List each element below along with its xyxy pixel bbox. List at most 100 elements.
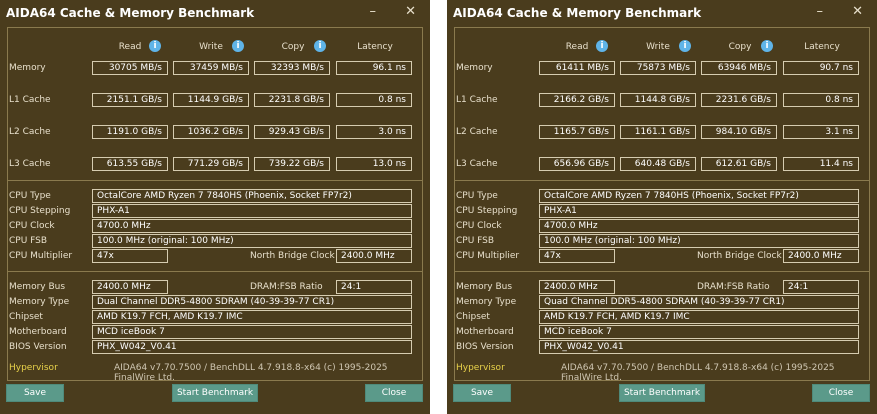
- l2-latency-value: 3.0 ns: [336, 125, 412, 139]
- bios-version-value: PHX_W042_V0.41: [539, 340, 859, 354]
- l3-write-value: 771.29 GB/s: [173, 157, 249, 171]
- cpu-stepping-label: CPU Stepping: [9, 206, 71, 216]
- info-icon[interactable]: i: [314, 40, 326, 52]
- divider: [454, 271, 870, 272]
- l2-write-value: 1036.2 GB/s: [173, 125, 249, 139]
- dram-fsb-ratio-value: 24:1: [336, 280, 412, 294]
- cpu-multiplier-label: CPU Multiplier: [9, 251, 73, 261]
- benchmark-window: AIDA64 Cache & Memory Benchmark – ✕ Read…: [0, 0, 430, 414]
- chipset-label: Chipset: [9, 312, 43, 322]
- cpu-multiplier-label: CPU Multiplier: [456, 251, 520, 261]
- memory-bus-label: Memory Bus: [9, 282, 66, 292]
- cpu-clock-label: CPU Clock: [9, 221, 55, 231]
- version-footer: AIDA64 v7.70.7500 / BenchDLL 4.7.918.8-x…: [561, 363, 835, 383]
- memory-latency-value: 96.1 ns: [336, 61, 412, 75]
- bios-version-label: BIOS Version: [9, 342, 67, 352]
- memory-type-label: Memory Type: [456, 297, 517, 307]
- memory-bus-label: Memory Bus: [456, 282, 513, 292]
- l2-read-value: 1165.7 GB/s: [539, 125, 615, 139]
- save-button[interactable]: Save: [453, 384, 511, 402]
- cpu-stepping-value: PHX-A1: [92, 204, 412, 218]
- info-icon[interactable]: i: [761, 40, 773, 52]
- motherboard-label: Motherboard: [456, 327, 514, 337]
- l3-latency-value: 13.0 ns: [336, 157, 412, 171]
- north-bridge-clock-value: 2400.0 MHz: [336, 249, 412, 263]
- close-button[interactable]: Close: [812, 384, 870, 402]
- divider: [7, 271, 423, 272]
- info-icon[interactable]: i: [679, 40, 691, 52]
- divider: [454, 180, 870, 181]
- row-label-memory: Memory: [456, 63, 493, 73]
- motherboard-value: MCD iceBook 7: [539, 325, 859, 339]
- north-bridge-clock-label: North Bridge Clock: [250, 251, 335, 261]
- save-button[interactable]: Save: [6, 384, 64, 402]
- memory-write-value: 75873 MB/s: [620, 61, 696, 75]
- row-label-l3: L3 Cache: [9, 159, 51, 169]
- cpu-fsb-label: CPU FSB: [456, 236, 495, 246]
- column-header-latency: Latency: [804, 42, 840, 52]
- l3-latency-value: 11.4 ns: [783, 157, 859, 171]
- motherboard-label: Motherboard: [9, 327, 67, 337]
- info-icon[interactable]: i: [232, 40, 244, 52]
- close-button[interactable]: Close: [365, 384, 423, 402]
- start-benchmark-button[interactable]: Start Benchmark: [172, 384, 258, 402]
- l3-read-value: 656.96 GB/s: [539, 157, 615, 171]
- l2-write-value: 1161.1 GB/s: [620, 125, 696, 139]
- close-icon[interactable]: ✕: [852, 4, 863, 19]
- l1-read-value: 2151.1 GB/s: [92, 93, 168, 107]
- l1-copy-value: 2231.6 GB/s: [701, 93, 777, 107]
- row-label-l1: L1 Cache: [456, 95, 498, 105]
- version-footer: AIDA64 v7.70.7500 / BenchDLL 4.7.918.8-x…: [114, 363, 388, 383]
- cpu-type-label: CPU Type: [9, 191, 51, 201]
- l1-read-value: 2166.2 GB/s: [539, 93, 615, 107]
- cpu-fsb-value: 100.0 MHz (original: 100 MHz): [92, 234, 412, 248]
- cpu-multiplier-value: 47x: [92, 249, 168, 263]
- window-title: AIDA64 Cache & Memory Benchmark: [453, 6, 702, 20]
- info-icon[interactable]: i: [596, 40, 608, 52]
- chipset-value: AMD K19.7 FCH, AMD K19.7 IMC: [539, 310, 859, 324]
- l1-write-value: 1144.9 GB/s: [173, 93, 249, 107]
- cpu-clock-label: CPU Clock: [456, 221, 502, 231]
- l1-latency-value: 0.8 ns: [336, 93, 412, 107]
- start-benchmark-button[interactable]: Start Benchmark: [619, 384, 705, 402]
- memory-copy-value: 63946 MB/s: [701, 61, 777, 75]
- dram-fsb-ratio-label: DRAM:FSB Ratio: [250, 282, 323, 292]
- benchmark-window: AIDA64 Cache & Memory Benchmark – ✕ Read…: [447, 0, 877, 414]
- row-label-l2: L2 Cache: [9, 127, 51, 137]
- l1-copy-value: 2231.8 GB/s: [254, 93, 330, 107]
- l2-copy-value: 929.43 GB/s: [254, 125, 330, 139]
- row-label-l2: L2 Cache: [456, 127, 498, 137]
- minimize-icon[interactable]: –: [817, 4, 824, 19]
- chipset-value: AMD K19.7 FCH, AMD K19.7 IMC: [92, 310, 412, 324]
- bios-version-label: BIOS Version: [456, 342, 514, 352]
- cpu-fsb-value: 100.0 MHz (original: 100 MHz): [539, 234, 859, 248]
- cpu-clock-value: 4700.0 MHz: [539, 219, 859, 233]
- dram-fsb-ratio-label: DRAM:FSB Ratio: [697, 282, 770, 292]
- memory-read-value: 30705 MB/s: [92, 61, 168, 75]
- l3-write-value: 640.48 GB/s: [620, 157, 696, 171]
- memory-write-value: 37459 MB/s: [173, 61, 249, 75]
- memory-copy-value: 32393 MB/s: [254, 61, 330, 75]
- memory-bus-value: 2400.0 MHz: [539, 280, 615, 294]
- hypervisor-label: Hypervisor: [9, 363, 58, 373]
- cpu-type-value: OctalCore AMD Ryzen 7 7840HS (Phoenix, S…: [539, 189, 859, 203]
- cpu-multiplier-value: 47x: [539, 249, 615, 263]
- memory-latency-value: 90.7 ns: [783, 61, 859, 75]
- row-label-memory: Memory: [9, 63, 46, 73]
- memory-bus-value: 2400.0 MHz: [92, 280, 168, 294]
- column-header-latency: Latency: [357, 42, 393, 52]
- memory-type-label: Memory Type: [9, 297, 70, 307]
- chipset-label: Chipset: [456, 312, 490, 322]
- l3-copy-value: 612.61 GB/s: [701, 157, 777, 171]
- l1-latency-value: 0.8 ns: [783, 93, 859, 107]
- cpu-type-value: OctalCore AMD Ryzen 7 7840HS (Phoenix, S…: [92, 189, 412, 203]
- info-icon[interactable]: i: [149, 40, 161, 52]
- l3-read-value: 613.55 GB/s: [92, 157, 168, 171]
- dram-fsb-ratio-value: 24:1: [783, 280, 859, 294]
- l2-latency-value: 3.1 ns: [783, 125, 859, 139]
- minimize-icon[interactable]: –: [370, 4, 377, 19]
- cpu-type-label: CPU Type: [456, 191, 498, 201]
- close-icon[interactable]: ✕: [405, 4, 416, 19]
- memory-read-value: 61411 MB/s: [539, 61, 615, 75]
- row-label-l3: L3 Cache: [456, 159, 498, 169]
